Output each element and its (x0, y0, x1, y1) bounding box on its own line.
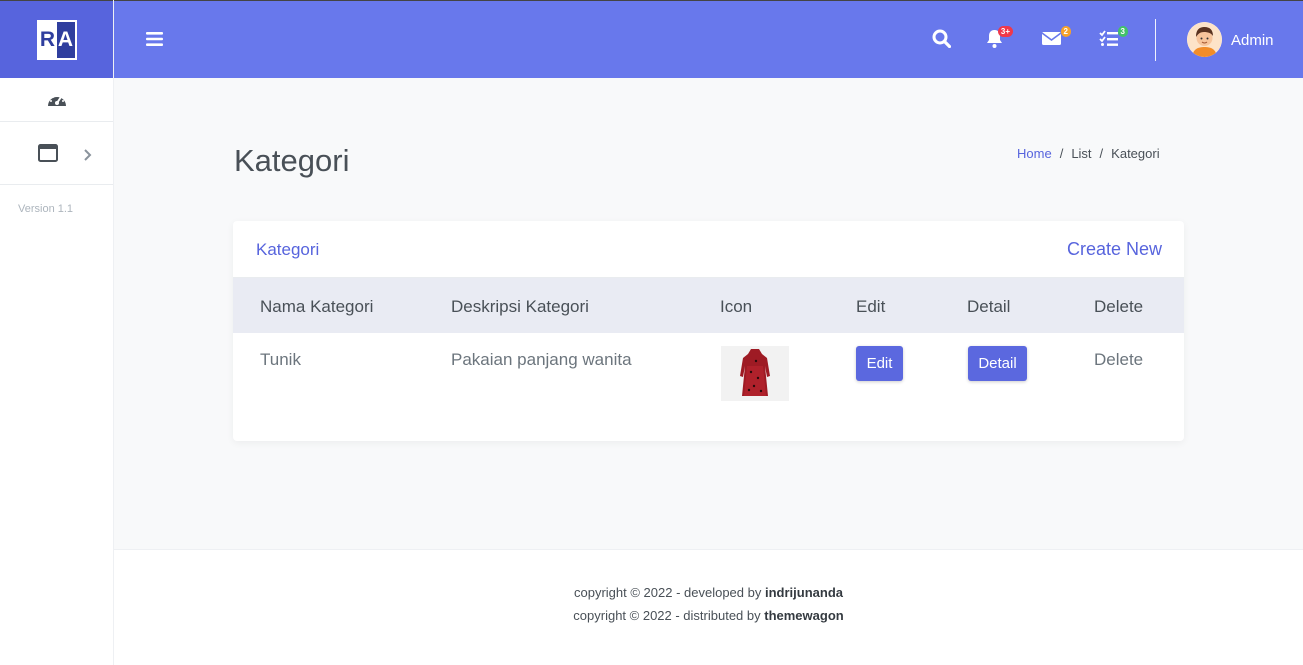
card-header: Kategori Create New (233, 221, 1184, 278)
sidebar-item-dashboard[interactable] (0, 78, 113, 122)
user-name[interactable]: Admin (1231, 32, 1274, 49)
create-new-link[interactable]: Create New (1067, 239, 1162, 260)
footer-line-developed: copyright © 2022 - developed by indrijun… (114, 581, 1303, 604)
hamburger-menu-icon[interactable] (146, 31, 163, 47)
messages-badge: 2 (1060, 26, 1071, 37)
sidebar: R A Version 1.1 (0, 0, 114, 665)
page-title: Kategori (234, 143, 350, 178)
delete-link[interactable]: Delete (1094, 350, 1143, 370)
cell-deskripsi: Pakaian panjang wanita (451, 350, 632, 369)
cell-nama: Tunik (260, 350, 301, 369)
tunic-dress-image (721, 346, 789, 401)
column-header-edit: Edit (856, 297, 886, 316)
brand[interactable]: R A (0, 0, 113, 78)
search-icon (932, 29, 952, 49)
kategori-card: Kategori Create New Nama Kategori Deskri… (233, 221, 1184, 441)
breadcrumb-separator: / (1099, 146, 1104, 161)
table-row: Tunik Pakaian panjang wanita Edit Detail… (233, 333, 1184, 441)
table-header: Nama Kategori Deskripsi Kategori Icon Ed… (233, 278, 1184, 333)
tasks-button[interactable]: 3 (1099, 26, 1128, 52)
logo-letter-a: A (56, 21, 75, 58)
footer-distributed-text: copyright © 2022 - distributed by (573, 608, 765, 623)
user-avatar-icon (1187, 22, 1222, 57)
category-icon-image (721, 346, 789, 401)
column-header-detail: Detail (967, 297, 1011, 316)
column-header-nama: Nama Kategori (260, 297, 374, 316)
tasks-badge: 3 (1117, 26, 1128, 37)
dashboard-gauge-icon (47, 94, 66, 106)
footer: copyright © 2022 - developed by indrijun… (114, 549, 1303, 665)
envelope-icon (1041, 32, 1062, 45)
detail-button[interactable]: Detail (968, 346, 1027, 381)
messages-button[interactable]: 2 (1041, 26, 1071, 52)
column-header-delete: Delete (1094, 297, 1144, 316)
topbar-divider (1155, 19, 1156, 61)
footer-developer-name[interactable]: indrijunanda (765, 585, 843, 600)
breadcrumb-home[interactable]: Home (1017, 146, 1052, 161)
sidebar-item-pages[interactable] (0, 122, 113, 185)
breadcrumb-separator: / (1059, 146, 1064, 161)
logo-letter-r: R (38, 21, 57, 58)
breadcrumb-current: Kategori (1111, 146, 1160, 161)
topbar: 3+ 2 3 Admin (114, 0, 1303, 78)
breadcrumb: Home / List / Kategori (1017, 146, 1160, 161)
breadcrumb-list: List (1071, 146, 1092, 161)
avatar[interactable] (1187, 22, 1222, 57)
version-label: Version 1.1 (18, 203, 74, 215)
column-header-deskripsi: Deskripsi Kategori (451, 297, 589, 316)
chevron-right-icon[interactable] (82, 148, 92, 162)
notifications-badge: 3+ (997, 26, 1013, 37)
column-header-icon: Icon (720, 297, 753, 316)
brand-logo[interactable]: R A (36, 19, 77, 60)
search-button[interactable] (932, 29, 952, 53)
footer-developed-text: copyright © 2022 - developed by (574, 585, 765, 600)
window-icon (37, 144, 58, 162)
edit-button[interactable]: Edit (856, 346, 903, 381)
notifications-button[interactable]: 3+ (985, 26, 1013, 54)
card-title: Kategori (256, 240, 320, 259)
task-list-icon (1099, 30, 1118, 46)
footer-line-distributed: copyright © 2022 - distributed by themew… (114, 604, 1303, 627)
footer-distributor-name[interactable]: themewagon (764, 608, 843, 623)
